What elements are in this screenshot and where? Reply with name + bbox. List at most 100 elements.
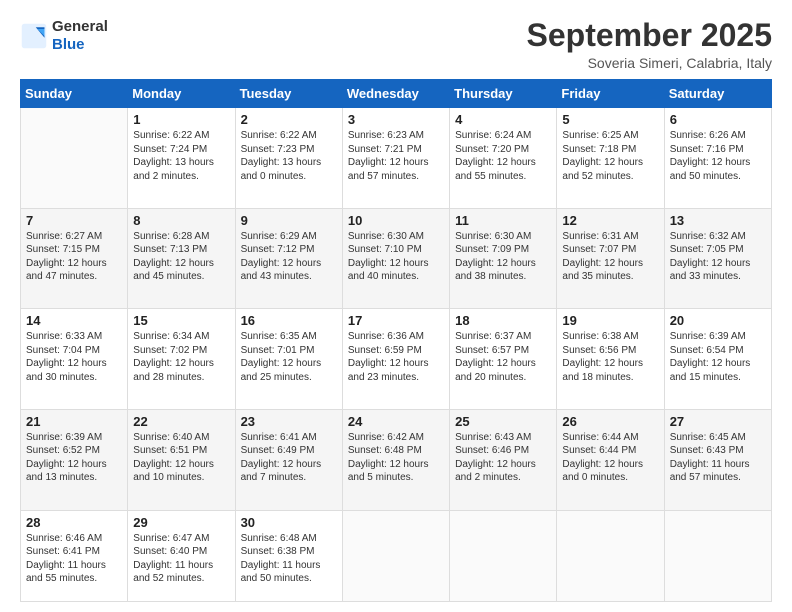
day-info: Sunrise: 6:40 AM Sunset: 6:51 PM Dayligh… [133,431,229,485]
calendar-week-2: 14 Sunrise: 6:33 AM Sunset: 7:04 PM Dayl… [21,309,772,410]
day-info: Sunrise: 6:24 AM Sunset: 7:20 PM Dayligh… [455,129,551,183]
daylight-label: Daylight: 11 hours and 52 minutes. [133,560,213,585]
daylight-label: Daylight: 12 hours and 25 minutes. [241,358,322,383]
calendar-cell: 29 Sunrise: 6:47 AM Sunset: 6:40 PM Dayl… [128,510,235,602]
sunset-label: Sunset: 7:10 PM [348,244,422,255]
day-number: 28 [26,515,122,530]
calendar-cell [450,510,557,602]
sunset-label: Sunset: 6:57 PM [455,345,529,356]
day-info: Sunrise: 6:30 AM Sunset: 7:10 PM Dayligh… [348,230,444,284]
daylight-label: Daylight: 12 hours and 40 minutes. [348,258,429,283]
day-number: 29 [133,515,229,530]
title-block: September 2025 Soveria Simeri, Calabria,… [527,18,772,71]
sunset-label: Sunset: 7:15 PM [26,244,100,255]
day-info: Sunrise: 6:39 AM Sunset: 6:54 PM Dayligh… [670,330,766,384]
calendar-cell: 18 Sunrise: 6:37 AM Sunset: 6:57 PM Dayl… [450,309,557,410]
daylight-label: Daylight: 12 hours and 55 minutes. [455,157,536,182]
sunset-label: Sunset: 6:43 PM [670,445,744,456]
daylight-label: Daylight: 12 hours and 28 minutes. [133,358,214,383]
sunrise-label: Sunrise: 6:23 AM [348,130,424,141]
daylight-label: Daylight: 12 hours and 45 minutes. [133,258,214,283]
calendar-header-tuesday: Tuesday [235,80,342,108]
sunset-label: Sunset: 6:38 PM [241,546,315,557]
day-number: 2 [241,112,337,127]
sunrise-label: Sunrise: 6:40 AM [133,432,209,443]
day-number: 10 [348,213,444,228]
day-number: 20 [670,313,766,328]
day-number: 22 [133,414,229,429]
day-info: Sunrise: 6:42 AM Sunset: 6:48 PM Dayligh… [348,431,444,485]
calendar-cell [664,510,771,602]
sunset-label: Sunset: 6:41 PM [26,546,100,557]
daylight-label: Daylight: 12 hours and 15 minutes. [670,358,751,383]
calendar-cell: 30 Sunrise: 6:48 AM Sunset: 6:38 PM Dayl… [235,510,342,602]
sunrise-label: Sunrise: 6:29 AM [241,231,317,242]
logo-text: General Blue [52,18,108,54]
day-info: Sunrise: 6:28 AM Sunset: 7:13 PM Dayligh… [133,230,229,284]
day-info: Sunrise: 6:41 AM Sunset: 6:49 PM Dayligh… [241,431,337,485]
calendar-cell: 12 Sunrise: 6:31 AM Sunset: 7:07 PM Dayl… [557,208,664,309]
day-number: 17 [348,313,444,328]
daylight-label: Daylight: 12 hours and 7 minutes. [241,459,322,484]
day-info: Sunrise: 6:22 AM Sunset: 7:23 PM Dayligh… [241,129,337,183]
daylight-label: Daylight: 12 hours and 38 minutes. [455,258,536,283]
calendar-cell: 10 Sunrise: 6:30 AM Sunset: 7:10 PM Dayl… [342,208,449,309]
daylight-label: Daylight: 11 hours and 50 minutes. [241,560,321,585]
day-number: 16 [241,313,337,328]
calendar-cell: 24 Sunrise: 6:42 AM Sunset: 6:48 PM Dayl… [342,409,449,510]
sunset-label: Sunset: 6:51 PM [133,445,207,456]
sunset-label: Sunset: 6:56 PM [562,345,636,356]
sunrise-label: Sunrise: 6:25 AM [562,130,638,141]
sunrise-label: Sunrise: 6:36 AM [348,331,424,342]
calendar-cell: 15 Sunrise: 6:34 AM Sunset: 7:02 PM Dayl… [128,309,235,410]
sunset-label: Sunset: 6:44 PM [562,445,636,456]
sunrise-label: Sunrise: 6:30 AM [455,231,531,242]
page: General Blue September 2025 Soveria Sime… [0,0,792,612]
day-number: 8 [133,213,229,228]
day-number: 6 [670,112,766,127]
month-title: September 2025 [527,18,772,53]
daylight-label: Daylight: 12 hours and 20 minutes. [455,358,536,383]
daylight-label: Daylight: 11 hours and 57 minutes. [670,459,750,484]
sunset-label: Sunset: 6:54 PM [670,345,744,356]
day-number: 4 [455,112,551,127]
day-info: Sunrise: 6:26 AM Sunset: 7:16 PM Dayligh… [670,129,766,183]
daylight-label: Daylight: 13 hours and 0 minutes. [241,157,322,182]
location: Soveria Simeri, Calabria, Italy [527,55,772,71]
day-number: 14 [26,313,122,328]
logo: General Blue [20,18,108,54]
calendar-cell [557,510,664,602]
day-info: Sunrise: 6:44 AM Sunset: 6:44 PM Dayligh… [562,431,658,485]
sunrise-label: Sunrise: 6:37 AM [455,331,531,342]
sunset-label: Sunset: 6:40 PM [133,546,207,557]
sunrise-label: Sunrise: 6:45 AM [670,432,746,443]
calendar-header-thursday: Thursday [450,80,557,108]
sunset-label: Sunset: 6:46 PM [455,445,529,456]
calendar-cell: 25 Sunrise: 6:43 AM Sunset: 6:46 PM Dayl… [450,409,557,510]
sunrise-label: Sunrise: 6:35 AM [241,331,317,342]
sunrise-label: Sunrise: 6:33 AM [26,331,102,342]
day-info: Sunrise: 6:34 AM Sunset: 7:02 PM Dayligh… [133,330,229,384]
calendar-cell: 2 Sunrise: 6:22 AM Sunset: 7:23 PM Dayli… [235,108,342,209]
sunset-label: Sunset: 7:20 PM [455,144,529,155]
calendar-table: SundayMondayTuesdayWednesdayThursdayFrid… [20,79,772,602]
daylight-label: Daylight: 12 hours and 52 minutes. [562,157,643,182]
day-info: Sunrise: 6:25 AM Sunset: 7:18 PM Dayligh… [562,129,658,183]
day-number: 26 [562,414,658,429]
sunrise-label: Sunrise: 6:32 AM [670,231,746,242]
logo-general: General [52,18,108,36]
sunrise-label: Sunrise: 6:47 AM [133,533,209,544]
calendar-cell: 16 Sunrise: 6:35 AM Sunset: 7:01 PM Dayl… [235,309,342,410]
calendar-cell: 28 Sunrise: 6:46 AM Sunset: 6:41 PM Dayl… [21,510,128,602]
calendar-header-saturday: Saturday [664,80,771,108]
calendar-header-row: SundayMondayTuesdayWednesdayThursdayFrid… [21,80,772,108]
calendar-cell: 8 Sunrise: 6:28 AM Sunset: 7:13 PM Dayli… [128,208,235,309]
sunrise-label: Sunrise: 6:38 AM [562,331,638,342]
calendar-header-wednesday: Wednesday [342,80,449,108]
calendar-week-3: 21 Sunrise: 6:39 AM Sunset: 6:52 PM Dayl… [21,409,772,510]
calendar-cell: 27 Sunrise: 6:45 AM Sunset: 6:43 PM Dayl… [664,409,771,510]
day-info: Sunrise: 6:48 AM Sunset: 6:38 PM Dayligh… [241,532,337,586]
calendar-header-sunday: Sunday [21,80,128,108]
day-number: 25 [455,414,551,429]
sunset-label: Sunset: 7:23 PM [241,144,315,155]
